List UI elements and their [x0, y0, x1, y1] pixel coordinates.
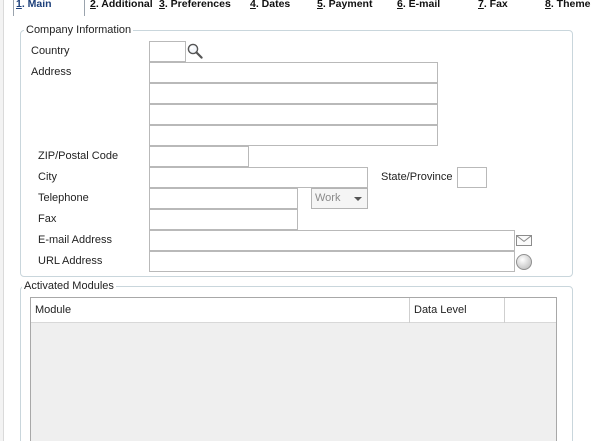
tab-dates[interactable]: 4. Dates [250, 0, 290, 10]
company-information-title: Company Information [24, 24, 134, 36]
zip-field[interactable] [149, 146, 249, 167]
tab-fax[interactable]: 7. Fax [478, 0, 508, 10]
column-header-module[interactable]: Module [31, 298, 410, 323]
state-province-field[interactable] [457, 167, 487, 188]
address-label: Address [31, 66, 72, 78]
modules-grid-header: Module Data Level [31, 298, 556, 323]
phone-type-value: Work [315, 192, 341, 204]
zip-label: ZIP/Postal Code [38, 150, 119, 162]
country-label: Country [31, 45, 70, 57]
address-line-3-field[interactable] [149, 104, 438, 125]
address-line-1-field[interactable] [149, 62, 438, 83]
fax-field[interactable] [149, 209, 298, 230]
email-address-field[interactable] [149, 230, 515, 251]
envelope-icon[interactable] [516, 234, 533, 247]
country-field[interactable] [149, 41, 186, 62]
globe-icon[interactable] [515, 253, 533, 271]
state-province-label: State/Province [381, 171, 453, 183]
tab-email[interactable]: 6. E-mail [397, 0, 440, 10]
tab-main[interactable]: 1. Main [14, 0, 66, 16]
telephone-field[interactable] [149, 188, 298, 209]
telephone-label: Telephone [38, 192, 89, 204]
address-line-2-field[interactable] [149, 83, 438, 104]
phone-type-select[interactable]: Work [311, 188, 368, 209]
tab-payment[interactable]: 5. Payment [317, 0, 372, 10]
column-header-filler [505, 298, 556, 323]
chevron-down-icon [354, 197, 362, 201]
tab-theme[interactable]: 8. Theme [545, 0, 591, 10]
modules-grid[interactable]: Module Data Level [30, 297, 557, 441]
city-field[interactable] [149, 167, 368, 188]
url-address-field[interactable] [149, 251, 515, 272]
email-address-label: E-mail Address [38, 234, 112, 246]
address-line-4-field[interactable] [149, 125, 438, 146]
tab-preferences[interactable]: 3. Preferences [159, 0, 231, 10]
magnifier-icon[interactable] [186, 42, 204, 60]
city-label: City [38, 171, 57, 183]
column-header-data-level[interactable]: Data Level [410, 298, 505, 323]
fax-label: Fax [38, 213, 57, 225]
activated-modules-title: Activated Modules [22, 280, 116, 292]
window-left-edge [0, 0, 4, 441]
tab-additional[interactable]: 2. Additional [90, 0, 153, 10]
url-address-label: URL Address [38, 255, 103, 267]
